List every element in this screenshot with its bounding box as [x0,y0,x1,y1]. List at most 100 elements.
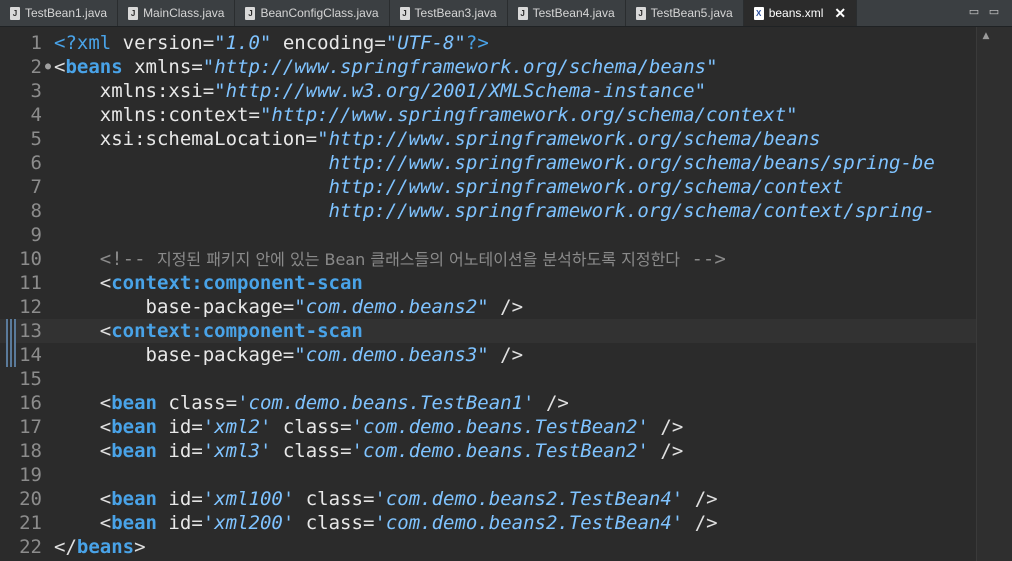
code-token: = [191,512,203,534]
line-number: 8 [30,200,42,222]
code-token: base-package [145,344,283,366]
code-token: bean [111,440,157,462]
code-token: = [202,32,215,54]
vertical-scrollbar[interactable]: ▲ [976,27,1012,561]
line-number: 18 [19,440,42,462]
tab-mainclass-java[interactable]: J MainClass.java [118,0,236,26]
code-token: "http://www.springframework.org/schema/b… [202,56,718,78]
scroll-up-icon[interactable]: ▲ [980,31,992,43]
line-number: 5 [30,128,42,150]
code-line[interactable]: 12 base-package="com.demo.beans2" /> [0,295,976,319]
line-number: 4 [30,104,42,126]
maximize-button[interactable]: ▭ [986,4,1002,20]
code-line[interactable]: 7 http://www.springframework.org/schema/… [0,175,976,199]
code-token: 'com.demo.beans.TestBean1' [237,392,535,414]
code-token: = [362,512,375,534]
code-line[interactable]: 5 xsi:schemaLocation="http://www.springf… [0,127,976,151]
tab-beans-xml[interactable]: Xbeans.xml ✕ [743,0,858,26]
code-token: xsi:schemaLocation [99,128,306,150]
code-token: id [168,416,192,438]
code-text: base-package="com.demo.beans2" /> [54,295,524,319]
code-line[interactable]: 13 <context:component-scan [0,319,976,343]
code-token: id [168,440,192,462]
code-token: "UTF-8" [385,32,466,54]
code-line[interactable]: 8 http://www.springframework.org/schema/… [0,199,976,223]
code-line[interactable]: 20 <bean id='xml100' class='com.demo.bea… [0,487,976,511]
code-token: = [282,296,295,318]
code-token: http://www.springframework.org/schema/be… [328,152,935,174]
tab-label: MainClass.java [143,6,225,20]
code-line[interactable]: 10 <!-- 지정된 패키지 안에 있는 Bean 클래스들의 어노테이션을 … [0,247,976,271]
code-line[interactable]: 21 <bean id='xml200' class='com.demo.bea… [0,511,976,535]
line-number: 9 [30,224,42,246]
code-line[interactable]: 22 </beans> [0,535,976,559]
code-line[interactable]: 1 <?xml version="1.0" encoding="UTF-8"?> [0,31,976,55]
code-token: version [122,32,203,54]
code-text: base-package="com.demo.beans3" /> [54,343,524,367]
code-token: context:component-scan [111,272,363,294]
code-line[interactable]: 17 <bean id='xml2' class='com.demo.beans… [0,415,976,439]
code-token: /> [683,512,718,534]
code-token: "1.0" [214,32,272,54]
code-token: 'xml3' [202,440,272,462]
code-token: bean [111,416,157,438]
code-token: = [191,440,203,462]
code-text: <?xml version="1.0" encoding="UTF-8"?> [54,31,489,55]
code-token: class [168,392,226,414]
code-line[interactable]: 18 <bean id='xml3' class='com.demo.beans… [0,439,976,463]
code-line[interactable]: 14 base-package="com.demo.beans3" /> [0,343,976,367]
code-line[interactable]: 2 ● <beans xmlns="http://www.springframewo… [0,55,976,79]
java-file-icon: J [517,6,528,20]
code-text: </beans> [54,535,146,559]
code-line[interactable]: 4 xmlns:context="http://www.springframew… [0,103,976,127]
code-editor[interactable]: 1 <?xml version="1.0" encoding="UTF-8"?> 2… [0,27,976,561]
code-line[interactable]: 9 [0,223,976,247]
code-token: 'com.demo.beans.TestBean2' [351,440,649,462]
tab-testbean1-java[interactable]: J TestBean1.java [0,0,119,26]
tab-testbean4-java[interactable]: J TestBean4.java [508,0,626,26]
code-token: http://www.springframework.org/schema/co… [328,176,844,198]
tab-testbean3-java[interactable]: J TestBean3.java [390,0,508,26]
line-number: 2 [30,56,42,78]
code-token: 'xml2' [202,416,272,438]
code-line[interactable]: 11 <context:component-scan [0,271,976,295]
close-tab-icon[interactable]: ✕ [834,5,846,22]
code-token: beans [65,56,123,78]
line-number: 12 [19,296,42,318]
code-line[interactable]: 16 <bean class='com.demo.beans.TestBean1… [0,391,976,415]
code-token: "com.demo.beans2" [294,296,489,318]
fold-toggle-icon[interactable]: ● [45,55,51,79]
code-token: = [202,80,215,102]
code-line[interactable]: 19 [0,463,976,487]
code-token: = [225,392,238,414]
code-line[interactable]: 3 xmlns:xsi="http://www.w3.org/2001/XMLS… [0,79,976,103]
tab-beanconfigclass-java[interactable]: J BeanConfigClass.java [235,0,390,26]
code-token: = [340,440,352,462]
code-line[interactable]: 6 http://www.springframework.org/schema/… [0,151,976,175]
code-token: = [191,488,203,510]
code-token: encoding [282,32,375,54]
java-file-icon: J [10,6,20,20]
comment-text: 지정된 패키지 안에 있는 Bean 클래스들의 어노테이션을 분석하도록 지정… [156,250,681,269]
code-token: class [305,488,363,510]
code-token: = [191,416,203,438]
tab-label: TestBean5.java [650,6,733,20]
tab-testbean5-java[interactable]: J TestBean5.java [626,0,744,26]
code-token: context:component-scan [111,320,363,342]
code-text: <beans xmlns="http://www.springframework… [54,55,718,79]
minimize-button[interactable]: ▭ [966,4,982,20]
code-token: = [191,56,203,78]
code-token: xmlns:context [99,104,249,126]
java-file-icon: J [245,6,256,20]
tab-label: beans.xml [768,6,824,20]
code-token: /> [488,296,524,318]
code-line[interactable]: 15 [0,367,976,391]
